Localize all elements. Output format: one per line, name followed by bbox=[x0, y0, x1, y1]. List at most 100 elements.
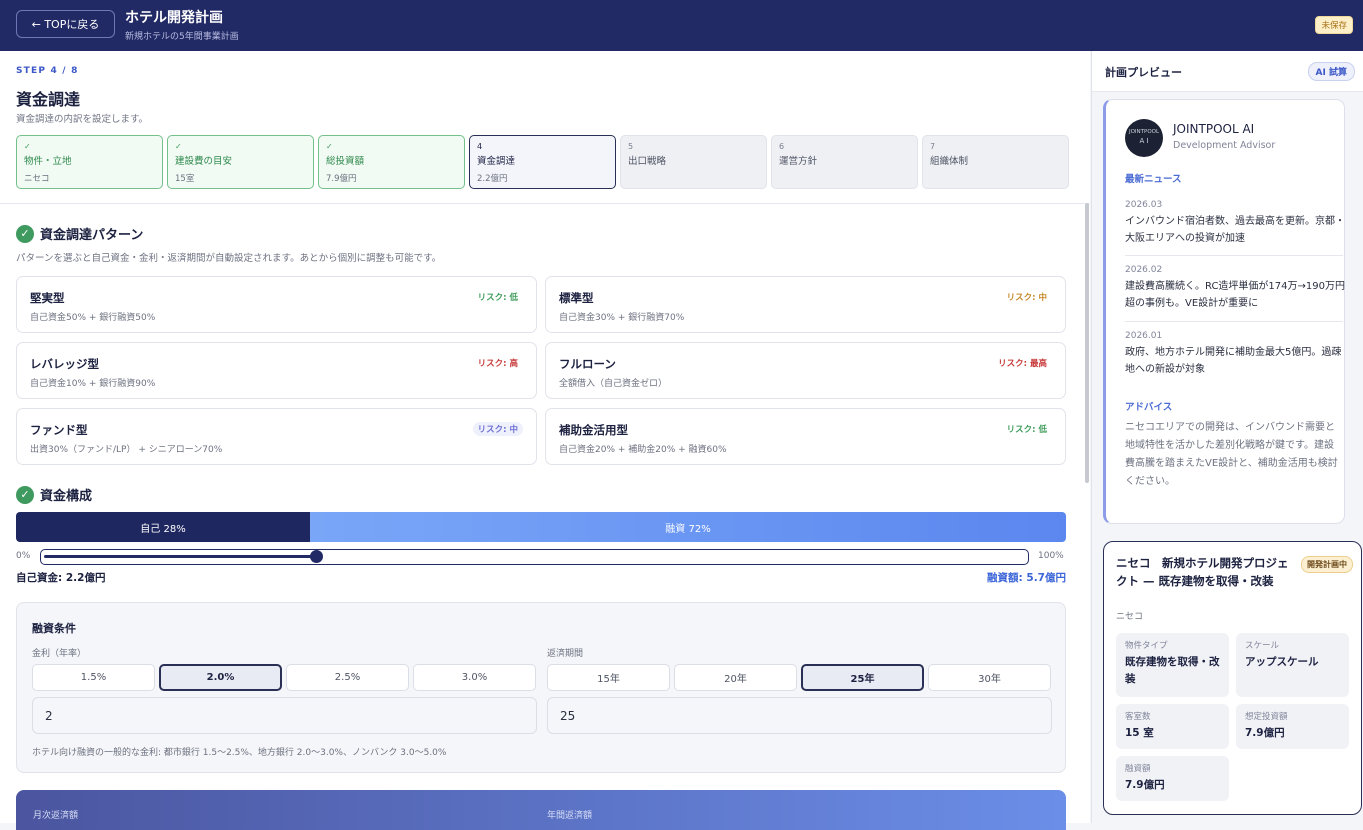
advice-text: ニセコエリアでの開発は、インバウンド需要と地域特性を活かした差別化戦略が鍵です。… bbox=[1125, 422, 1338, 487]
step-number: 7 bbox=[930, 142, 936, 151]
divider bbox=[0, 203, 1090, 204]
page-subtitle: 新規ホテルの5年間事業計画 bbox=[125, 32, 239, 42]
pattern-desc: 自己資金20% + 補助金20% + 融資60% bbox=[559, 445, 727, 455]
divider bbox=[1125, 255, 1343, 256]
term-input[interactable]: 25 bbox=[547, 697, 1052, 734]
rate-option-2-5[interactable]: 2.5% bbox=[286, 664, 409, 691]
funding-ratio-bar: 自己 28% 融資 72% bbox=[16, 512, 1066, 542]
term-option-20[interactable]: 20年 bbox=[674, 664, 797, 691]
ai-advisor-card: JOINTPOOL A I JOINTPOOL AI Development Ad… bbox=[1103, 99, 1345, 524]
rate-options: 1.5% 2.0% 2.5% 3.0% bbox=[32, 664, 536, 691]
pattern-card-subsidy[interactable]: 補助金活用型自己資金20% + 補助金20% + 融資60% リスク: 低 bbox=[545, 408, 1066, 465]
term-option-15[interactable]: 15年 bbox=[547, 664, 670, 691]
slider-fill bbox=[44, 555, 320, 558]
news-date: 2026.03 bbox=[1125, 200, 1163, 210]
conditions-heading: 融資条件 bbox=[32, 622, 76, 635]
back-to-top-button[interactable]: ← TOPに戻る bbox=[16, 10, 115, 38]
rate-label: 金利（年率） bbox=[32, 649, 87, 659]
pattern-card-standard[interactable]: 標準型 自己資金30% + 銀行融資70% リスク: 中 bbox=[545, 276, 1066, 333]
step-4[interactable]: 4 資金調達 2.2億円 bbox=[469, 135, 616, 189]
advisor-name: JOINTPOOL AI bbox=[1173, 122, 1255, 136]
step-6[interactable]: 6 運営方針 bbox=[771, 135, 918, 189]
repayment-summary: 月次返済額 年間返済額 bbox=[16, 790, 1066, 830]
step-number: 6 bbox=[779, 142, 785, 151]
step-2[interactable]: ✓ 建設費の目安 15室 bbox=[167, 135, 314, 189]
pattern-title: レバレッジ型 bbox=[30, 357, 99, 371]
step-value: ニセコ bbox=[24, 174, 50, 184]
step-name: 運営方針 bbox=[779, 156, 818, 167]
step-3[interactable]: ✓ 総投資額 7.9億円 bbox=[318, 135, 465, 189]
advisor-logo: JOINTPOOL A I bbox=[1125, 119, 1163, 157]
step-name: 出口戦略 bbox=[628, 156, 667, 167]
step-5[interactable]: 5 出口戦略 bbox=[620, 135, 767, 189]
advice-heading: アドバイス bbox=[1125, 402, 1173, 413]
term-option-25[interactable]: 25年 bbox=[801, 664, 924, 691]
step-check-icon: ✓ bbox=[175, 142, 182, 151]
step-number: 5 bbox=[628, 142, 634, 151]
news-text: 建設費高騰続く。RC造坪単価が174万→190万円超の事例も。VE設計が重要に bbox=[1125, 281, 1345, 309]
risk-badge: リスク: 高 bbox=[477, 359, 518, 369]
pattern-title: 堅実型 bbox=[30, 291, 65, 305]
slider-max-label: 100% bbox=[1038, 551, 1064, 561]
step-name: 組織体制 bbox=[930, 156, 969, 167]
pattern-card-leverage[interactable]: レバレッジ型 自己資金10% + 銀行融資90% リスク: 高 bbox=[16, 342, 537, 399]
own-capital-slider[interactable] bbox=[40, 549, 1029, 565]
pattern-title: 補助金活用型 bbox=[559, 423, 628, 437]
project-title: ニセコ 新規ホテル開発プロジェクト — 既存建物を取得・改装 bbox=[1116, 556, 1289, 588]
slider-handle[interactable] bbox=[310, 550, 324, 563]
wizard-header: STEP 4 / 8 資金調達 資金調達の内訳を設定します。 ✓ 物件・立地 ニセコ… bbox=[0, 51, 1090, 203]
main-panel: STEP 4 / 8 資金調達 資金調達の内訳を設定します。 ✓ 物件・立地 ニセコ… bbox=[0, 51, 1090, 830]
step-name: 物件・立地 bbox=[24, 156, 72, 167]
step-value: 2.2億円 bbox=[477, 174, 508, 184]
project-status-badge: 開発計画中 bbox=[1301, 556, 1353, 573]
pattern-card-fund[interactable]: ファンド型 出資30%（ファンド/LP） + シニアローン70% リスク: 中 bbox=[16, 408, 537, 465]
risk-badge: リスク: 低 bbox=[477, 293, 518, 303]
pattern-card-full-loan[interactable]: フルローン全額借入（自己資金ゼロ） リスク: 最高 bbox=[545, 342, 1066, 399]
pattern-desc: 全額借入（自己資金ゼロ） bbox=[559, 379, 668, 389]
investment-cell: 想定投資額 7.9億円 bbox=[1236, 704, 1349, 749]
rate-input[interactable]: 2 bbox=[32, 697, 537, 734]
loan-conditions-card: 融資条件 金利（年率） 1.5% 2.0% 2.5% 3.0% 2 返済期間 1… bbox=[16, 602, 1066, 773]
pattern-desc: 自己資金50% + 銀行融資50% bbox=[30, 313, 156, 323]
risk-badge: リスク: 低 bbox=[1006, 425, 1047, 435]
rate-hint: ホテル向け融資の一般的な金利: 都市銀行 1.5〜2.5%、地方銀行 2.0〜3… bbox=[32, 748, 447, 758]
news-item[interactable]: 2026.02 建設費高騰続く。RC造坪単価が174万→190万円超の事例も。VE… bbox=[1125, 265, 1345, 312]
step-check-icon: ✓ bbox=[326, 142, 333, 151]
structure-heading-text: 資金構成 bbox=[40, 489, 93, 504]
rate-option-2-0[interactable]: 2.0% bbox=[159, 664, 282, 691]
pattern-heading: ✓ 資金調達パターン bbox=[16, 224, 143, 243]
scrollbar[interactable] bbox=[1085, 203, 1089, 483]
own-capital-segment: 自己 28% bbox=[16, 512, 310, 542]
news-text: 政府、地方ホテル開発に補助金最大5億円。過疎地への新設が対象 bbox=[1125, 347, 1342, 375]
rate-option-1-5[interactable]: 1.5% bbox=[32, 664, 155, 691]
plan-preview-sidebar: 計画プレビュー AI 試算 JOINTPOOL A I JOINTPOOL AI … bbox=[1091, 51, 1363, 823]
news-item[interactable]: 2026.01 政府、地方ホテル開発に補助金最大5億円。過疎地への新設が対象 bbox=[1125, 331, 1345, 378]
check-circle-icon: ✓ bbox=[16, 224, 34, 243]
unsaved-badge: 未保存 bbox=[1315, 16, 1353, 34]
step-1[interactable]: ✓ 物件・立地 ニセコ bbox=[16, 135, 163, 189]
rate-option-3-0[interactable]: 3.0% bbox=[413, 664, 536, 691]
sidebar-title: 計画プレビュー bbox=[1105, 66, 1182, 79]
loan-amount-cell: 融資額 7.9億円 bbox=[1116, 756, 1229, 801]
pattern-heading-text: 資金調達パターン bbox=[40, 228, 144, 243]
step-nav: ✓ 物件・立地 ニセコ ✓ 建設費の目安 15室 ✓ 総投資額 7.9億円 4 資金調達 2.2… bbox=[16, 135, 1069, 189]
news-heading: 最新ニュース bbox=[1125, 174, 1182, 185]
news-date: 2026.01 bbox=[1125, 331, 1163, 341]
step-number: 4 bbox=[477, 142, 483, 151]
pattern-card-steady[interactable]: 堅実型自己資金50% + 銀行融資50% リスク: 低 bbox=[16, 276, 537, 333]
step-name: 総投資額 bbox=[326, 156, 365, 167]
property-type-cell: 物件タイプ 既存建物を取得・改装 bbox=[1116, 633, 1229, 697]
pattern-title: フルローン bbox=[559, 357, 616, 371]
step-7[interactable]: 7 組織体制 bbox=[922, 135, 1069, 189]
step-indicator: STEP 4 / 8 bbox=[16, 66, 79, 76]
risk-badge: リスク: 最高 bbox=[998, 359, 1047, 369]
term-option-30[interactable]: 30年 bbox=[928, 664, 1051, 691]
pattern-title: 標準型 bbox=[559, 291, 594, 305]
loan-amount: 融資額: 5.7億円 bbox=[987, 572, 1066, 584]
check-circle-icon: ✓ bbox=[16, 485, 34, 504]
news-item[interactable]: 2026.03 インバウンド宿泊者数、過去最高を更新。京都・大阪エリアへの投資が加… bbox=[1125, 200, 1345, 247]
news-date: 2026.02 bbox=[1125, 265, 1163, 275]
wizard-title: 資金調達 bbox=[16, 90, 81, 109]
slider-min-label: 0% bbox=[16, 551, 31, 561]
monthly-repayment-label: 月次返済額 bbox=[33, 811, 79, 821]
